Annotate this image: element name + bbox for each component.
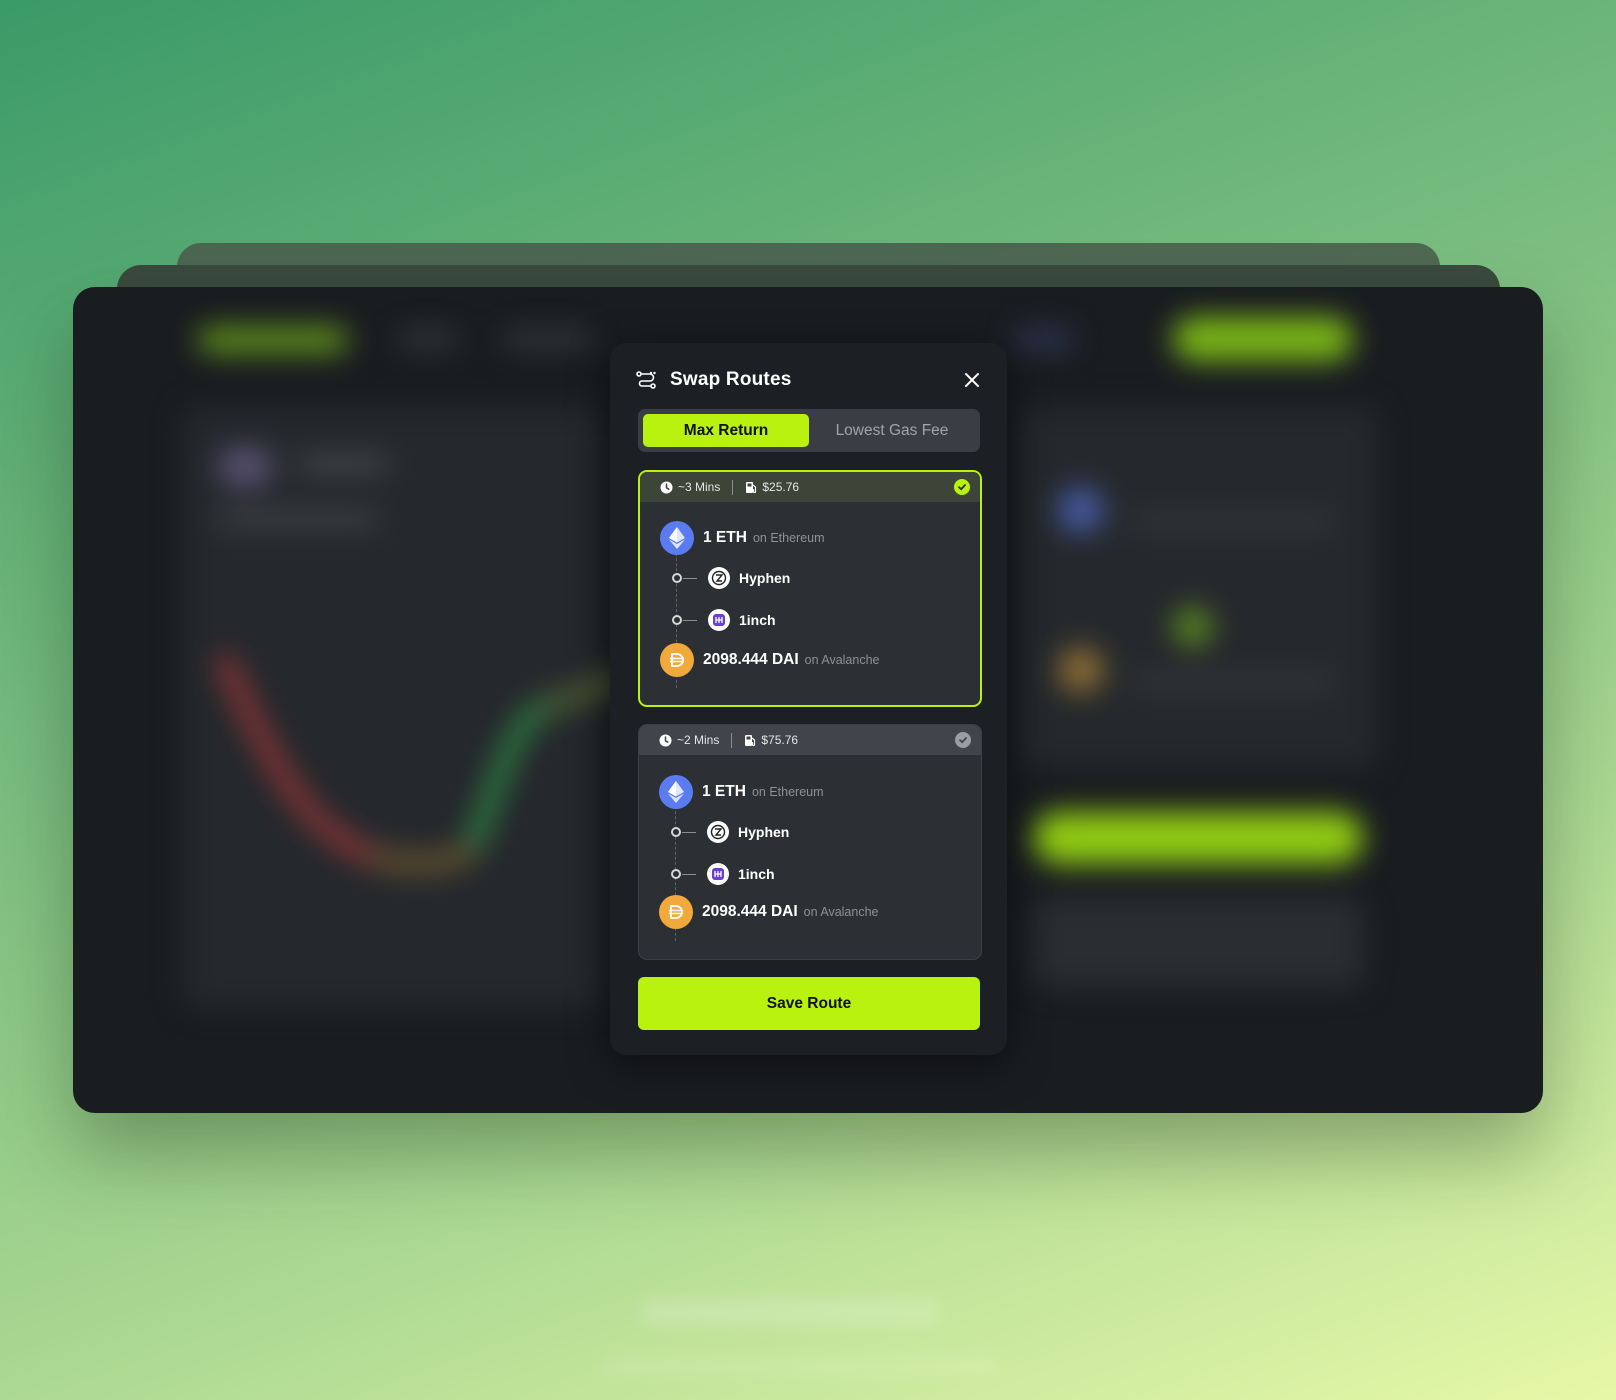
gas-pump-icon xyxy=(745,734,756,746)
hop-dot xyxy=(671,827,681,837)
clock-icon xyxy=(659,734,672,746)
hyphen-icon xyxy=(707,821,729,843)
route-to-token: 2098.444 DAI on Avalanche xyxy=(660,642,960,678)
gas-pump-icon xyxy=(746,481,757,493)
route-hop-hyphen: Hyphen xyxy=(659,820,961,844)
route-hop-hyphen: Hyphen xyxy=(660,566,960,590)
to-chain: on Avalanche xyxy=(804,653,880,667)
hyphen-icon xyxy=(708,567,730,589)
to-amount: 2098.444 DAI xyxy=(702,903,798,920)
hop-label: 1inch xyxy=(738,866,775,882)
route-card-meta: ~2 Mins $75.76 xyxy=(639,725,981,755)
save-route-button[interactable]: Save Route xyxy=(638,977,980,1030)
ethereum-icon xyxy=(659,775,693,809)
route-gas-fee: $25.76 xyxy=(762,480,800,494)
tab-max-return[interactable]: Max Return xyxy=(643,414,809,447)
close-icon xyxy=(965,373,979,387)
meta-divider xyxy=(732,479,734,495)
from-amount: 1 ETH xyxy=(703,529,747,546)
route-from-token: 1 ETH on Ethereum xyxy=(659,774,961,810)
modal-title: Swap Routes xyxy=(670,369,792,390)
close-button[interactable] xyxy=(960,368,984,392)
route-time: ~3 Mins xyxy=(678,480,721,494)
from-chain: on Ethereum xyxy=(751,785,824,799)
ghost-decoration xyxy=(600,1358,1000,1374)
route-to-token: 2098.444 DAI on Avalanche xyxy=(659,894,961,930)
route-hop-1inch: 1inch xyxy=(660,608,960,632)
ghost-decoration xyxy=(640,1298,940,1326)
dai-icon xyxy=(660,643,694,677)
selected-check-icon xyxy=(954,479,970,495)
ethereum-icon xyxy=(660,521,694,555)
route-icon xyxy=(636,371,656,389)
modal-header: Swap Routes xyxy=(636,365,984,395)
1inch-icon xyxy=(707,863,729,885)
route-card-meta: ~3 Mins $25.76 xyxy=(640,472,980,502)
swap-routes-modal: Swap Routes Max Return Lowest Gas Fee ~3… xyxy=(610,343,1007,1055)
route-card-1[interactable]: ~3 Mins $25.76 1 ETH on Ethereum Hyphen … xyxy=(638,470,982,707)
route-from-token: 1 ETH on Ethereum xyxy=(660,520,960,556)
meta-divider xyxy=(731,732,733,748)
route-hop-1inch: 1inch xyxy=(659,862,961,886)
tab-lowest-gas-fee[interactable]: Lowest Gas Fee xyxy=(809,414,975,447)
route-tabs: Max Return Lowest Gas Fee xyxy=(638,409,980,452)
hop-label: Hyphen xyxy=(739,570,791,586)
1inch-icon xyxy=(708,609,730,631)
from-chain: on Ethereum xyxy=(752,531,825,545)
hop-dot xyxy=(672,615,682,625)
hop-dot xyxy=(672,573,682,583)
from-amount: 1 ETH xyxy=(702,783,746,800)
dai-icon xyxy=(659,895,693,929)
app-window: Swap Routes Max Return Lowest Gas Fee ~3… xyxy=(73,287,1543,1113)
hop-label: Hyphen xyxy=(738,824,790,840)
unselected-check-icon xyxy=(955,732,971,748)
route-time: ~2 Mins xyxy=(677,733,720,747)
hop-label: 1inch xyxy=(739,612,776,628)
clock-icon xyxy=(660,481,673,493)
route-card-2[interactable]: ~2 Mins $75.76 1 ETH on Ethereum Hyphen … xyxy=(638,724,982,960)
hop-dot xyxy=(671,869,681,879)
to-amount: 2098.444 DAI xyxy=(703,651,799,668)
to-chain: on Avalanche xyxy=(803,905,879,919)
route-gas-fee: $75.76 xyxy=(761,733,799,747)
